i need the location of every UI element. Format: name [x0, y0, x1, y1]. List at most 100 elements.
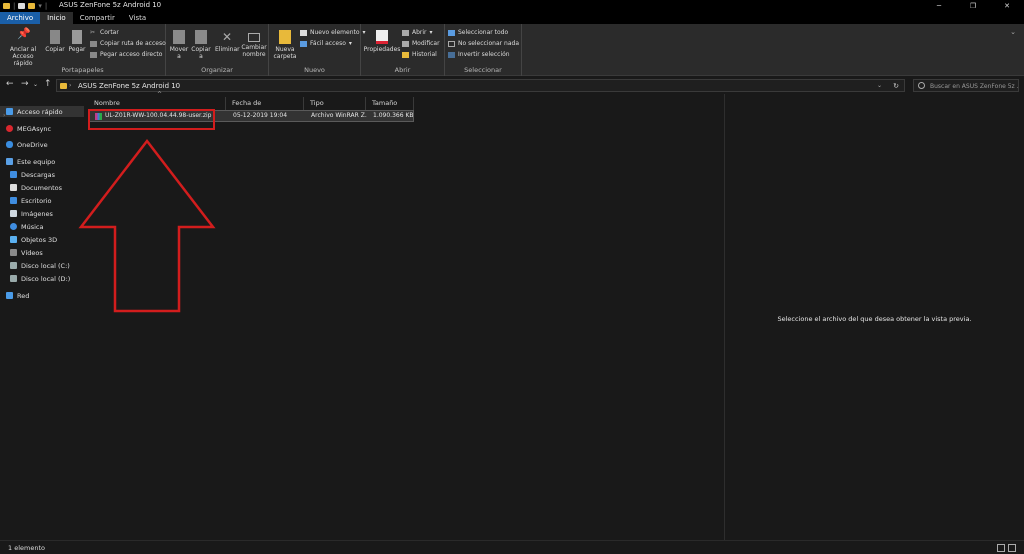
- cube-icon: [10, 236, 17, 243]
- dropdown-icon[interactable]: ▾: [38, 2, 42, 10]
- new-folder-icon[interactable]: [28, 3, 36, 9]
- address-path[interactable]: ASUS ZenFone 5z Android 10: [78, 82, 180, 90]
- nav-item-musica[interactable]: Música: [0, 221, 84, 232]
- recent-chevron-icon[interactable]: ⌄: [33, 81, 38, 88]
- open-button[interactable]: Abrir ▾: [402, 29, 433, 36]
- easy-access-icon: [300, 40, 307, 47]
- history-icon: [402, 51, 409, 58]
- group-label-nuevo: Nuevo: [304, 66, 325, 74]
- tab-vista[interactable]: Vista: [122, 12, 153, 24]
- new-folder-icon: [279, 30, 291, 44]
- search-input[interactable]: [930, 81, 1018, 91]
- column-fecha[interactable]: Fecha de modificación: [226, 97, 304, 120]
- easy-access-button[interactable]: Fácil acceso ▾: [300, 40, 352, 47]
- close-button[interactable]: ✕: [990, 0, 1024, 12]
- ribbon-tabs: Archivo Inicio Compartir Vista: [0, 12, 1024, 24]
- download-icon: [10, 171, 17, 178]
- new-item-icon: [300, 29, 307, 36]
- navigation-pane: › Acceso rápido MEGAsync OneDrive Este e…: [0, 94, 84, 540]
- new-folder-button[interactable]: Nueva carpeta: [272, 30, 298, 60]
- copy-path-icon: [90, 40, 97, 47]
- search-icon: [918, 82, 925, 89]
- copy-to-icon: [195, 30, 207, 44]
- folder-icon[interactable]: [3, 3, 10, 9]
- paste-shortcut-button[interactable]: Pegar acceso directo: [90, 51, 162, 58]
- up-arrow-icon[interactable]: ↑: [44, 79, 52, 89]
- desktop-icon: [10, 197, 17, 204]
- chevron-down-icon: ▾: [348, 40, 352, 47]
- search-box[interactable]: [913, 79, 1019, 92]
- select-none-icon: [448, 40, 455, 47]
- tab-archivo[interactable]: Archivo: [0, 12, 41, 24]
- window-controls: ─ ❐ ✕: [922, 0, 1024, 12]
- properties-button[interactable]: Propiedades: [363, 30, 401, 53]
- nav-item-escritorio[interactable]: Escritorio: [0, 195, 84, 206]
- file-size: 1.090.366 KB: [373, 112, 413, 119]
- column-tamano[interactable]: Tamaño: [366, 97, 414, 110]
- history-button[interactable]: Historial: [402, 51, 437, 58]
- details-view-icon[interactable]: [997, 544, 1005, 552]
- pin-quick-access-button[interactable]: 📌 Anclar al Acceso rápido: [3, 28, 43, 67]
- nav-item-imagenes[interactable]: Imágenes: [0, 208, 84, 219]
- nav-item-disco-c[interactable]: Disco local (C:): [0, 260, 84, 271]
- cut-button[interactable]: ✂ Cortar: [90, 29, 119, 36]
- separator: |: [13, 2, 16, 10]
- maximize-button[interactable]: ❐: [956, 0, 990, 12]
- up-arrow-annotation: [78, 138, 216, 313]
- view-switcher: [997, 544, 1016, 552]
- invert-selection-button[interactable]: Invertir selección: [448, 51, 510, 58]
- tab-inicio[interactable]: Inicio: [40, 12, 73, 24]
- nav-item-objetos-3d[interactable]: Objetos 3D: [0, 234, 84, 245]
- highlight-rectangle: [88, 109, 215, 130]
- mega-icon: [6, 125, 13, 132]
- preview-pane: Seleccione el archivo del que desea obte…: [724, 94, 1024, 540]
- forward-arrow-icon[interactable]: →: [21, 79, 29, 89]
- document-icon: [10, 184, 17, 191]
- nav-item-megasync[interactable]: MEGAsync: [0, 123, 84, 134]
- paste-button[interactable]: Pegar: [67, 30, 87, 53]
- computer-icon: [6, 158, 13, 165]
- back-arrow-icon[interactable]: ←: [6, 79, 14, 89]
- new-item-button[interactable]: Nuevo elemento ▾: [300, 29, 366, 36]
- nav-item-red[interactable]: Red: [0, 290, 84, 301]
- chevron-down-icon[interactable]: ⌄: [877, 82, 882, 89]
- group-seleccionar: Seleccionar todo No seleccionar nada Inv…: [445, 24, 522, 76]
- tab-compartir[interactable]: Compartir: [73, 12, 122, 24]
- nav-item-onedrive[interactable]: OneDrive: [0, 139, 84, 150]
- select-none-button[interactable]: No seleccionar nada: [448, 40, 519, 47]
- window-title: ASUS ZenFone 5z Android 10: [59, 1, 162, 9]
- nav-item-este-equipo[interactable]: Este equipo: [0, 156, 84, 167]
- chevron-right-icon[interactable]: ›: [175, 82, 177, 89]
- large-icons-view-icon[interactable]: [1008, 544, 1016, 552]
- copy-button[interactable]: Copiar: [44, 30, 66, 53]
- select-all-button[interactable]: Seleccionar todo: [448, 29, 508, 36]
- nav-item-documentos[interactable]: Documentos: [0, 182, 84, 193]
- properties-icon[interactable]: [18, 3, 26, 9]
- nav-item-disco-d[interactable]: Disco local (D:): [0, 273, 84, 284]
- ribbon: 📌 Anclar al Acceso rápido Copiar Pegar ✂…: [0, 24, 1024, 76]
- open-icon: [402, 29, 409, 36]
- invert-selection-icon: [448, 51, 455, 58]
- copy-to-button[interactable]: Copiar a: [190, 30, 212, 60]
- copy-path-button[interactable]: Copiar ruta de acceso: [90, 40, 166, 47]
- edit-button[interactable]: Modificar: [402, 40, 440, 47]
- minimize-button[interactable]: ─: [922, 0, 956, 12]
- group-nuevo: Nueva carpeta Nuevo elemento ▾ Fácil acc…: [269, 24, 366, 76]
- column-tipo[interactable]: Tipo: [304, 97, 366, 110]
- rename-button[interactable]: Cambiar nombre: [240, 30, 268, 58]
- music-icon: [10, 223, 17, 230]
- refresh-icon[interactable]: ↻: [893, 82, 899, 90]
- chevron-down-icon[interactable]: ⌄: [1010, 28, 1016, 36]
- video-icon: [10, 249, 17, 256]
- separator: |: [44, 2, 48, 10]
- delete-button[interactable]: ✕ Eliminar: [215, 30, 240, 53]
- nav-item-videos[interactable]: Vídeos: [0, 247, 84, 258]
- file-type: Archivo WinRAR Z...: [311, 112, 367, 119]
- move-to-button[interactable]: Mover a: [168, 30, 190, 60]
- chevron-down-icon: ▾: [429, 29, 433, 36]
- address-field[interactable]: › ASUS ZenFone 5z Android 10 › ⌄ ↻: [56, 79, 905, 92]
- group-portapapeles: 📌 Anclar al Acceso rápido Copiar Pegar ✂…: [0, 24, 166, 76]
- nav-item-descargas[interactable]: Descargas: [0, 169, 84, 180]
- nav-item-acceso-rapido[interactable]: › Acceso rápido: [0, 106, 84, 119]
- chevron-right-icon[interactable]: ›: [69, 82, 71, 89]
